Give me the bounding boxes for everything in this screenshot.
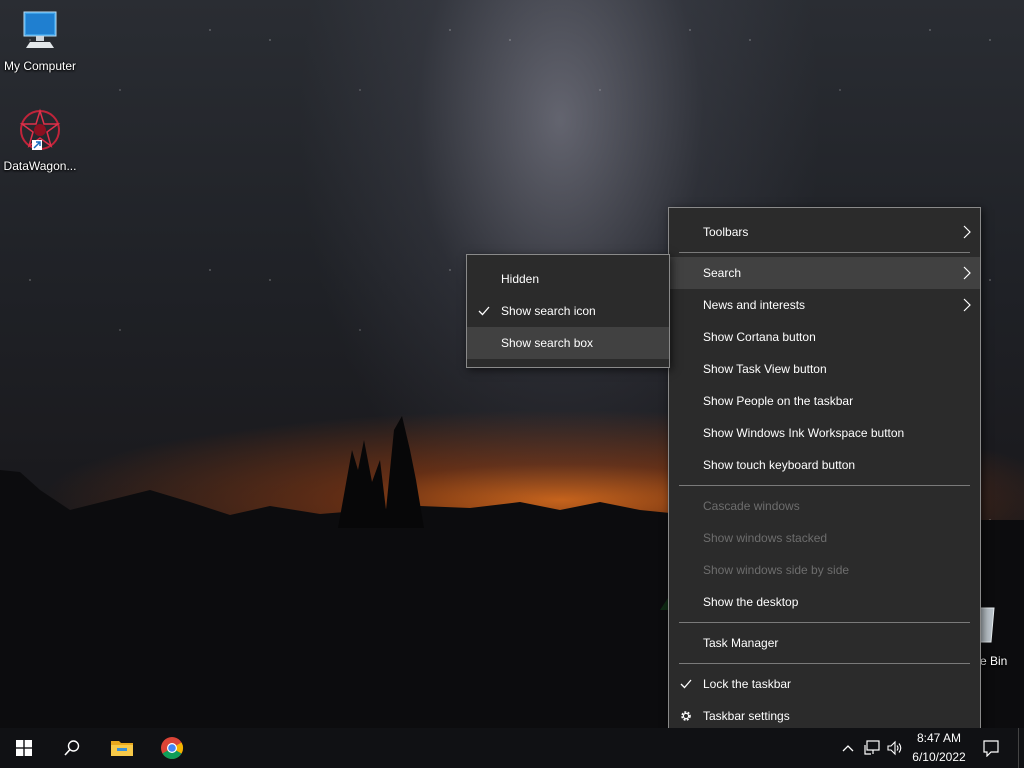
menu-item-label: Show search icon — [501, 304, 596, 318]
submenu-item-show-search-box[interactable]: Show search box — [467, 327, 669, 359]
menu-item-show-the-desktop[interactable]: Show the desktop — [669, 586, 980, 618]
menu-item-show-ink-workspace[interactable]: Show Windows Ink Workspace button — [669, 417, 980, 449]
chevron-right-icon — [963, 298, 971, 312]
menu-separator — [679, 663, 970, 664]
menu-separator — [679, 485, 970, 486]
windows-start-icon — [16, 740, 32, 756]
menu-item-show-cortana-button[interactable]: Show Cortana button — [669, 321, 980, 353]
notification-icon — [983, 740, 999, 757]
taskbar-search-button[interactable] — [48, 728, 96, 768]
chevron-right-icon — [963, 266, 971, 280]
menu-item-show-people[interactable]: Show People on the taskbar — [669, 385, 980, 417]
chevron-up-icon — [842, 745, 854, 752]
taskbar-file-explorer[interactable] — [98, 728, 146, 768]
taskbar: 8:47 AM 6/10/2022 — [0, 728, 1024, 768]
desktop-icon-label: DataWagon... — [3, 159, 77, 173]
menu-item-show-touch-keyboard[interactable]: Show touch keyboard button — [669, 449, 980, 481]
desktop-icon-label: My Computer — [3, 59, 77, 73]
datawagon-star-icon — [19, 108, 61, 150]
menu-separator — [679, 252, 970, 253]
tray-volume[interactable] — [884, 728, 906, 768]
menu-separator — [679, 622, 970, 623]
clock-date: 6/10/2022 — [912, 750, 966, 764]
gear-icon — [681, 711, 691, 721]
menu-item-label: Show Task View button — [703, 362, 827, 376]
menu-item-label: Search — [703, 266, 742, 280]
menu-item-show-task-view-button[interactable]: Show Task View button — [669, 353, 980, 385]
menu-item-lock-the-taskbar[interactable]: Lock the taskbar — [669, 668, 980, 700]
desktop-icon-my-computer[interactable]: My Computer — [0, 10, 80, 73]
show-desktop-strip[interactable] — [1018, 728, 1024, 768]
menu-item-label: Show windows stacked — [703, 531, 828, 545]
start-button[interactable] — [0, 728, 48, 768]
menu-item-label: Hidden — [501, 272, 540, 286]
menu-item-label: Show Windows Ink Workspace button — [703, 426, 905, 440]
menu-item-label: Cascade windows — [703, 499, 800, 513]
search-icon — [64, 740, 80, 756]
menu-item-search[interactable]: Search — [669, 257, 980, 289]
menu-item-label: Lock the taskbar — [703, 677, 792, 691]
desktop-icon-label: e Bin — [980, 654, 1008, 668]
monitor-icon — [23, 11, 57, 48]
menu-item-label: Toolbars — [703, 225, 749, 239]
submenu-item-hidden[interactable]: Hidden — [467, 263, 669, 295]
tray-network[interactable] — [860, 728, 884, 768]
menu-item-label: Show touch keyboard button — [703, 458, 856, 472]
tray-action-center[interactable] — [976, 728, 1006, 768]
chrome-icon — [161, 737, 183, 759]
menu-item-label: News and interests — [703, 298, 806, 312]
tray-show-hidden-icons[interactable] — [838, 728, 858, 768]
search-submenu: Hidden Show search icon Show search box — [466, 254, 670, 368]
menu-item-news-and-interests[interactable]: News and interests — [669, 289, 980, 321]
menu-item-label: Task Manager — [703, 636, 779, 650]
menu-item-show-windows-side-by-side: Show windows side by side — [669, 554, 980, 586]
menu-item-label: Show People on the taskbar — [703, 394, 854, 408]
desktop-icon-datawagon[interactable]: DataWagon... — [0, 108, 80, 173]
menu-item-label: Show the desktop — [703, 595, 799, 609]
tray-clock[interactable]: 8:47 AM 6/10/2022 — [906, 728, 972, 768]
menu-item-label: Show Cortana button — [703, 330, 816, 344]
checkmark-icon — [478, 306, 490, 316]
menu-item-label: Show search box — [501, 336, 594, 350]
menu-item-cascade-windows: Cascade windows — [669, 490, 980, 522]
menu-item-label: Taskbar settings — [703, 709, 790, 723]
menu-item-task-manager[interactable]: Task Manager — [669, 627, 980, 659]
submenu-item-show-search-icon[interactable]: Show search icon — [467, 295, 669, 327]
taskbar-chrome[interactable] — [148, 728, 196, 768]
chevron-right-icon — [963, 225, 971, 239]
speaker-icon — [887, 740, 902, 756]
menu-item-show-windows-stacked: Show windows stacked — [669, 522, 980, 554]
network-icon — [864, 740, 880, 755]
file-explorer-icon — [111, 741, 133, 756]
taskbar-context-menu: Toolbars Search News and interests Show … — [668, 207, 981, 741]
checkmark-icon — [680, 679, 692, 689]
clock-time: 8:47 AM — [916, 731, 962, 745]
menu-item-label: Show windows side by side — [703, 563, 850, 577]
menu-item-toolbars[interactable]: Toolbars — [669, 216, 980, 248]
